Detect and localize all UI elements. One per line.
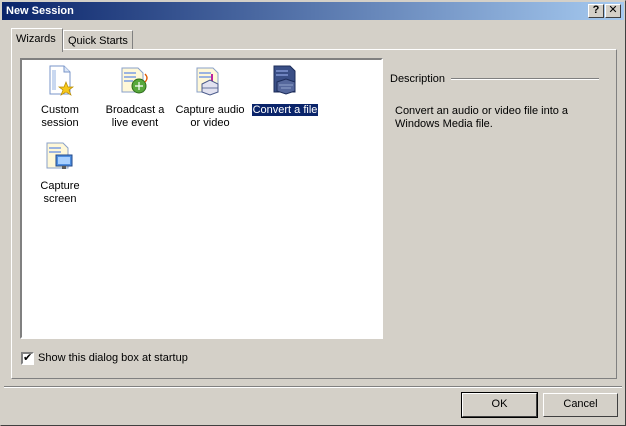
wizard-item-broadcast[interactable]: Broadcast a live event <box>100 64 170 130</box>
wizard-item-capture-audio-video[interactable]: Capture audio or video <box>175 64 245 130</box>
new-session-dialog: New Session ? ✕ Quick Starts Wizards Cus… <box>0 0 626 426</box>
description-heading: Description <box>390 73 446 85</box>
window-title: New Session <box>6 5 74 17</box>
wizard-item-capture-screen[interactable]: Capture screen <box>25 140 95 206</box>
startup-checkbox[interactable]: ✔ <box>21 352 34 365</box>
wizard-item-convert-file[interactable]: Convert a file <box>250 64 320 130</box>
convert-file-icon <box>273 65 296 95</box>
description-divider <box>451 78 599 80</box>
capture-screen-icon <box>46 142 73 169</box>
wizard-item-label: Convert a file <box>250 103 320 117</box>
wizard-item-custom-session[interactable]: Custom session <box>25 64 95 130</box>
custom-session-icon <box>49 65 75 96</box>
startup-checkbox-label[interactable]: Show this dialog box at startup <box>38 352 188 364</box>
help-button[interactable]: ? <box>588 4 604 18</box>
description-text: Convert an audio or video file into a Wi… <box>395 105 569 130</box>
title-bar[interactable]: New Session ? ✕ <box>2 2 624 20</box>
checkmark-icon: ✔ <box>23 352 33 364</box>
wizard-item-label: Broadcast a live event <box>105 104 165 129</box>
wizard-item-label: Capture screen <box>40 180 80 205</box>
wizard-item-label: Custom session <box>41 104 79 129</box>
close-button[interactable]: ✕ <box>605 4 621 18</box>
ok-button[interactable]: OK <box>461 392 538 418</box>
button-separator <box>4 386 622 388</box>
wizard-item-label: Capture audio or video <box>175 104 245 129</box>
capture-audio-video-icon <box>196 67 219 96</box>
cancel-button[interactable]: Cancel <box>543 393 618 417</box>
tab-quick-starts[interactable]: Quick Starts <box>63 30 133 50</box>
wizard-list[interactable]: Custom session Broadcast a live event Ca… <box>20 58 383 339</box>
broadcast-icon <box>121 67 148 94</box>
tab-wizards[interactable]: Wizards <box>11 28 63 52</box>
